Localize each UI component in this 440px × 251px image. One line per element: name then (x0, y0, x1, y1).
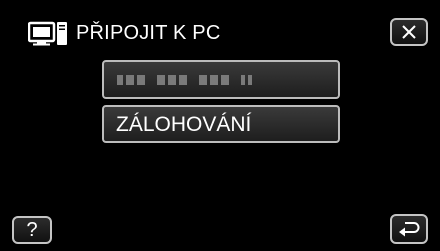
help-button[interactable]: ? (12, 216, 52, 244)
return-icon (399, 222, 420, 237)
menu-item-backup[interactable]: ZÁLOHOVÁNÍ (102, 105, 340, 143)
close-button[interactable] (390, 18, 428, 46)
menu-item-label: ZÁLOHOVÁNÍ (116, 112, 252, 136)
close-icon (402, 25, 416, 39)
menu-item-masked[interactable] (102, 60, 340, 99)
masked-text-icon (117, 74, 252, 85)
help-label: ? (26, 219, 38, 241)
back-button[interactable] (390, 214, 428, 244)
title-bar: PŘIPOJIT K PC (28, 18, 221, 48)
camera-screen: PŘIPOJIT K PC ZÁLOHOVÁNÍ ? (0, 0, 440, 251)
pc-monitor-icon (28, 21, 67, 46)
page-title: PŘIPOJIT K PC (76, 22, 221, 44)
